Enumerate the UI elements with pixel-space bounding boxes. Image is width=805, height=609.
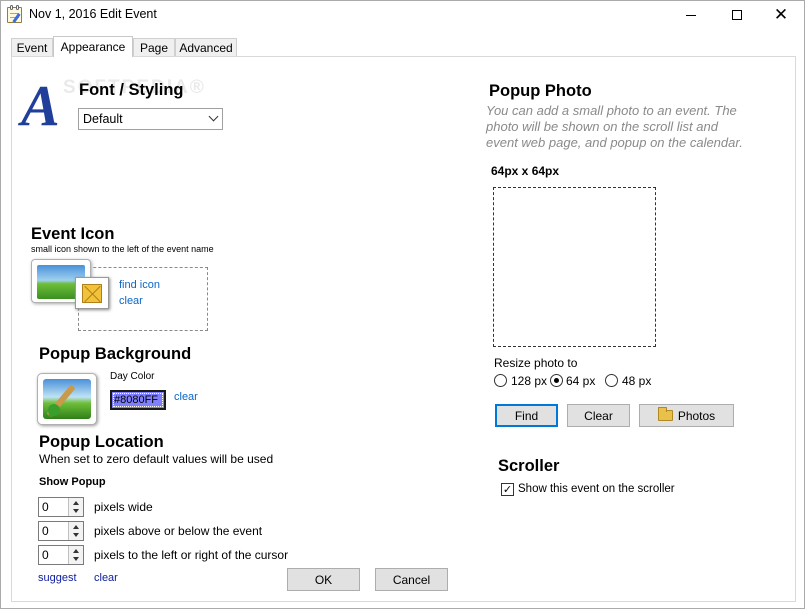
vertical-offset-stepper[interactable]: 0 (38, 521, 84, 541)
popup-photo-heading: Popup Photo (489, 82, 592, 100)
chevron-down-icon (208, 111, 219, 122)
popup-photo-description: You can add a small photo to an event. T… (486, 103, 743, 150)
font-styling-heading: Font / Styling (79, 81, 184, 99)
resize-48-label[interactable]: 48 px (622, 374, 651, 388)
find-photo-button[interactable]: Find (495, 404, 558, 427)
resize-64-radio[interactable] (550, 374, 563, 387)
photos-button[interactable]: Photos (639, 404, 734, 427)
cancel-button[interactable]: Cancel (375, 568, 448, 591)
clear-location-link[interactable]: clear (94, 572, 118, 584)
resize-128-label[interactable]: 128 px (511, 374, 547, 388)
font-logo-icon: A (21, 73, 60, 138)
close-icon: ✕ (773, 4, 789, 25)
title-bar: Nov 1, 2016 Edit Event ✕ (1, 1, 804, 31)
show-on-scroller-label[interactable]: Show this event on the scroller (518, 483, 675, 495)
down-arrow-icon[interactable] (73, 509, 79, 513)
edit-event-window: Nov 1, 2016 Edit Event ✕ Event Appearanc… (0, 0, 805, 609)
maximize-button[interactable] (714, 1, 760, 29)
popup-location-note: When set to zero default values will be … (39, 452, 274, 466)
window-title: Nov 1, 2016 Edit Event (29, 7, 157, 21)
photos-button-label: Photos (677, 408, 716, 423)
tab-advanced[interactable]: Advanced (175, 38, 237, 57)
tab-appearance[interactable]: Appearance (53, 36, 133, 57)
horizontal-offset-label: pixels to the left or right of the curso… (94, 548, 289, 562)
clear-color-link[interactable]: clear (174, 391, 198, 403)
font-style-value: Default (83, 112, 123, 126)
minimize-icon (686, 14, 696, 16)
checkmark-icon: ✓ (502, 483, 513, 496)
popup-location-heading: Popup Location (39, 433, 164, 451)
show-popup-label: Show Popup (39, 476, 106, 488)
up-arrow-icon[interactable] (73, 525, 79, 529)
find-icon-link[interactable]: find icon (119, 279, 160, 291)
event-icon-heading: Event Icon (31, 225, 115, 243)
event-icon-subtitle: small icon shown to the left of the even… (31, 244, 214, 254)
maximize-icon (732, 10, 742, 20)
scroller-heading: Scroller (498, 457, 560, 475)
resize-48-radio[interactable] (605, 374, 618, 387)
clear-icon-link[interactable]: clear (119, 295, 143, 307)
folder-icon (657, 407, 673, 421)
resize-photo-label: Resize photo to (494, 356, 578, 370)
width-value: 0 (42, 500, 49, 514)
width-label: pixels wide (94, 500, 153, 514)
down-arrow-icon[interactable] (73, 557, 79, 561)
up-arrow-icon[interactable] (73, 501, 79, 505)
horizontal-offset-value: 0 (42, 548, 49, 562)
popup-background-heading: Popup Background (39, 345, 192, 363)
vertical-offset-label: pixels above or below the event (94, 524, 263, 538)
suggest-link[interactable]: suggest (38, 572, 77, 584)
day-color-swatch[interactable]: #8080FF (110, 390, 166, 410)
show-on-scroller-checkbox[interactable]: ✓ (501, 483, 514, 496)
minimize-button[interactable] (668, 1, 714, 29)
resize-128-radio[interactable] (494, 374, 507, 387)
clear-photo-button[interactable]: Clear (567, 404, 630, 427)
down-arrow-icon[interactable] (73, 533, 79, 537)
font-style-select[interactable]: Default (78, 108, 223, 130)
day-color-label: Day Color (110, 371, 155, 382)
close-button[interactable]: ✕ (758, 1, 804, 29)
tab-event[interactable]: Event (11, 38, 53, 57)
photo-drop-area[interactable] (493, 187, 656, 347)
resize-64-label[interactable]: 64 px (566, 374, 595, 388)
tab-page[interactable]: Page (133, 38, 175, 57)
no-icon-badge-icon (75, 277, 109, 309)
paintbrush-image-icon (37, 373, 97, 425)
calendar-app-icon (7, 5, 22, 23)
photo-size-label: 64px x 64px (491, 164, 560, 178)
up-arrow-icon[interactable] (73, 549, 79, 553)
width-stepper[interactable]: 0 (38, 497, 84, 517)
ok-button[interactable]: OK (287, 568, 360, 591)
vertical-offset-value: 0 (42, 524, 49, 538)
horizontal-offset-stepper[interactable]: 0 (38, 545, 84, 565)
